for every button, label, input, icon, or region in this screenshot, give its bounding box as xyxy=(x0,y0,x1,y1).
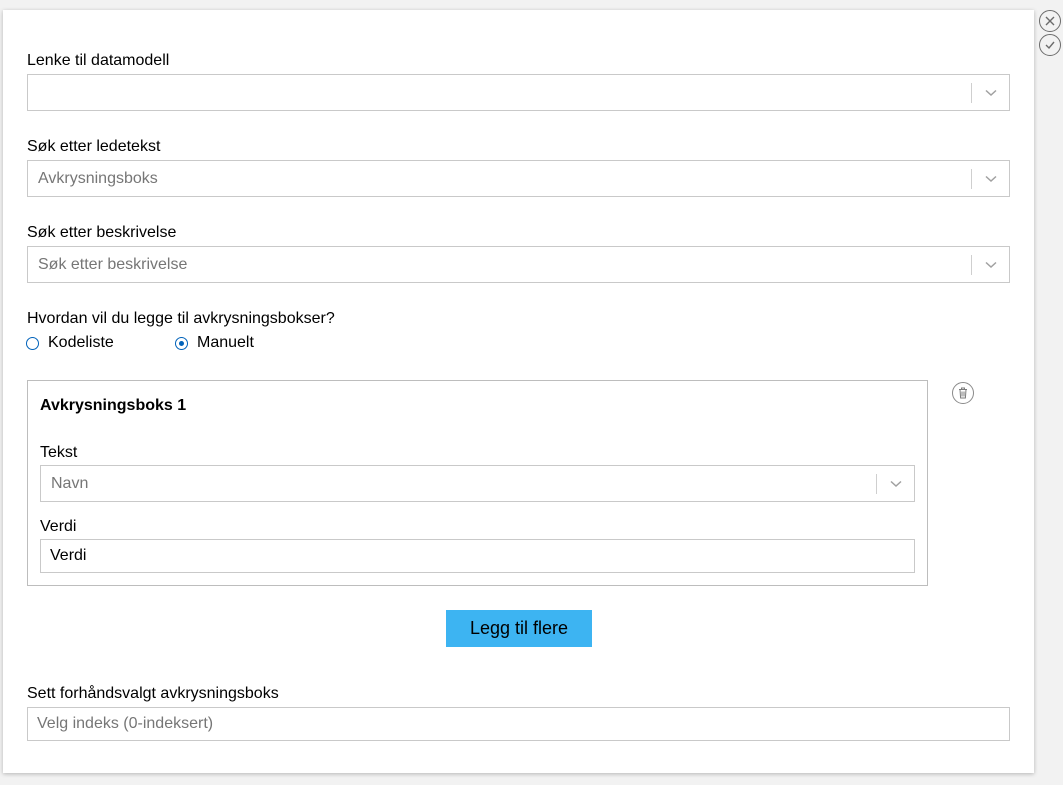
radio-label: Manuelt xyxy=(197,334,254,351)
radio-manuelt[interactable]: Manuelt xyxy=(175,334,254,352)
tekst-select[interactable]: Navn xyxy=(40,465,915,502)
radio-kodeliste[interactable]: Kodeliste xyxy=(26,334,175,352)
beskrivelse-placeholder: Søk etter beskrivelse xyxy=(38,255,188,273)
radio-indicator[interactable] xyxy=(175,336,188,350)
verdi-label: Verdi xyxy=(40,518,77,535)
datamodel-label: Lenke til datamodell xyxy=(27,52,170,69)
checkbox-card-title: Avkrysningsboks 1 xyxy=(40,397,187,414)
add-method-question: Hvordan vil du legge til avkrysningsboks… xyxy=(27,310,335,327)
check-icon xyxy=(1045,41,1055,50)
verdi-input[interactable]: Verdi xyxy=(40,539,915,573)
panel-actions xyxy=(1039,10,1061,56)
ledetekst-value: Avkrysningsboks xyxy=(38,169,158,187)
ledetekst-select[interactable]: Avkrysningsboks xyxy=(27,160,1010,197)
tekst-label: Tekst xyxy=(40,444,78,461)
add-method-radio-group: Kodeliste Manuelt xyxy=(26,334,254,352)
add-more-button[interactable]: Legg til flere xyxy=(446,610,592,647)
preselected-index-input[interactable]: Velg indeks (0-indeksert) xyxy=(27,707,1010,741)
chevron-down-icon[interactable] xyxy=(972,247,1009,282)
checkbox-card: Avkrysningsboks 1 Tekst Navn Verdi Verdi xyxy=(27,380,928,586)
trash-icon xyxy=(959,387,967,399)
chevron-down-icon[interactable] xyxy=(972,161,1009,196)
radio-indicator[interactable] xyxy=(26,336,39,350)
beskrivelse-label: Søk etter beskrivelse xyxy=(27,224,177,241)
preselected-label: Sett forhåndsvalgt avkrysningsboks xyxy=(27,685,279,702)
confirm-button[interactable] xyxy=(1039,34,1061,56)
close-button[interactable] xyxy=(1039,10,1061,32)
chevron-down-icon[interactable] xyxy=(877,466,914,501)
close-icon xyxy=(1045,16,1055,26)
chevron-down-icon[interactable] xyxy=(972,75,1009,110)
ledetekst-label: Søk etter ledetekst xyxy=(27,138,161,155)
beskrivelse-select[interactable]: Søk etter beskrivelse xyxy=(27,246,1010,283)
datamodel-select[interactable] xyxy=(27,74,1010,111)
radio-label: Kodeliste xyxy=(48,334,114,351)
tekst-value: Navn xyxy=(51,474,89,492)
delete-checkbox-button[interactable] xyxy=(952,382,974,404)
